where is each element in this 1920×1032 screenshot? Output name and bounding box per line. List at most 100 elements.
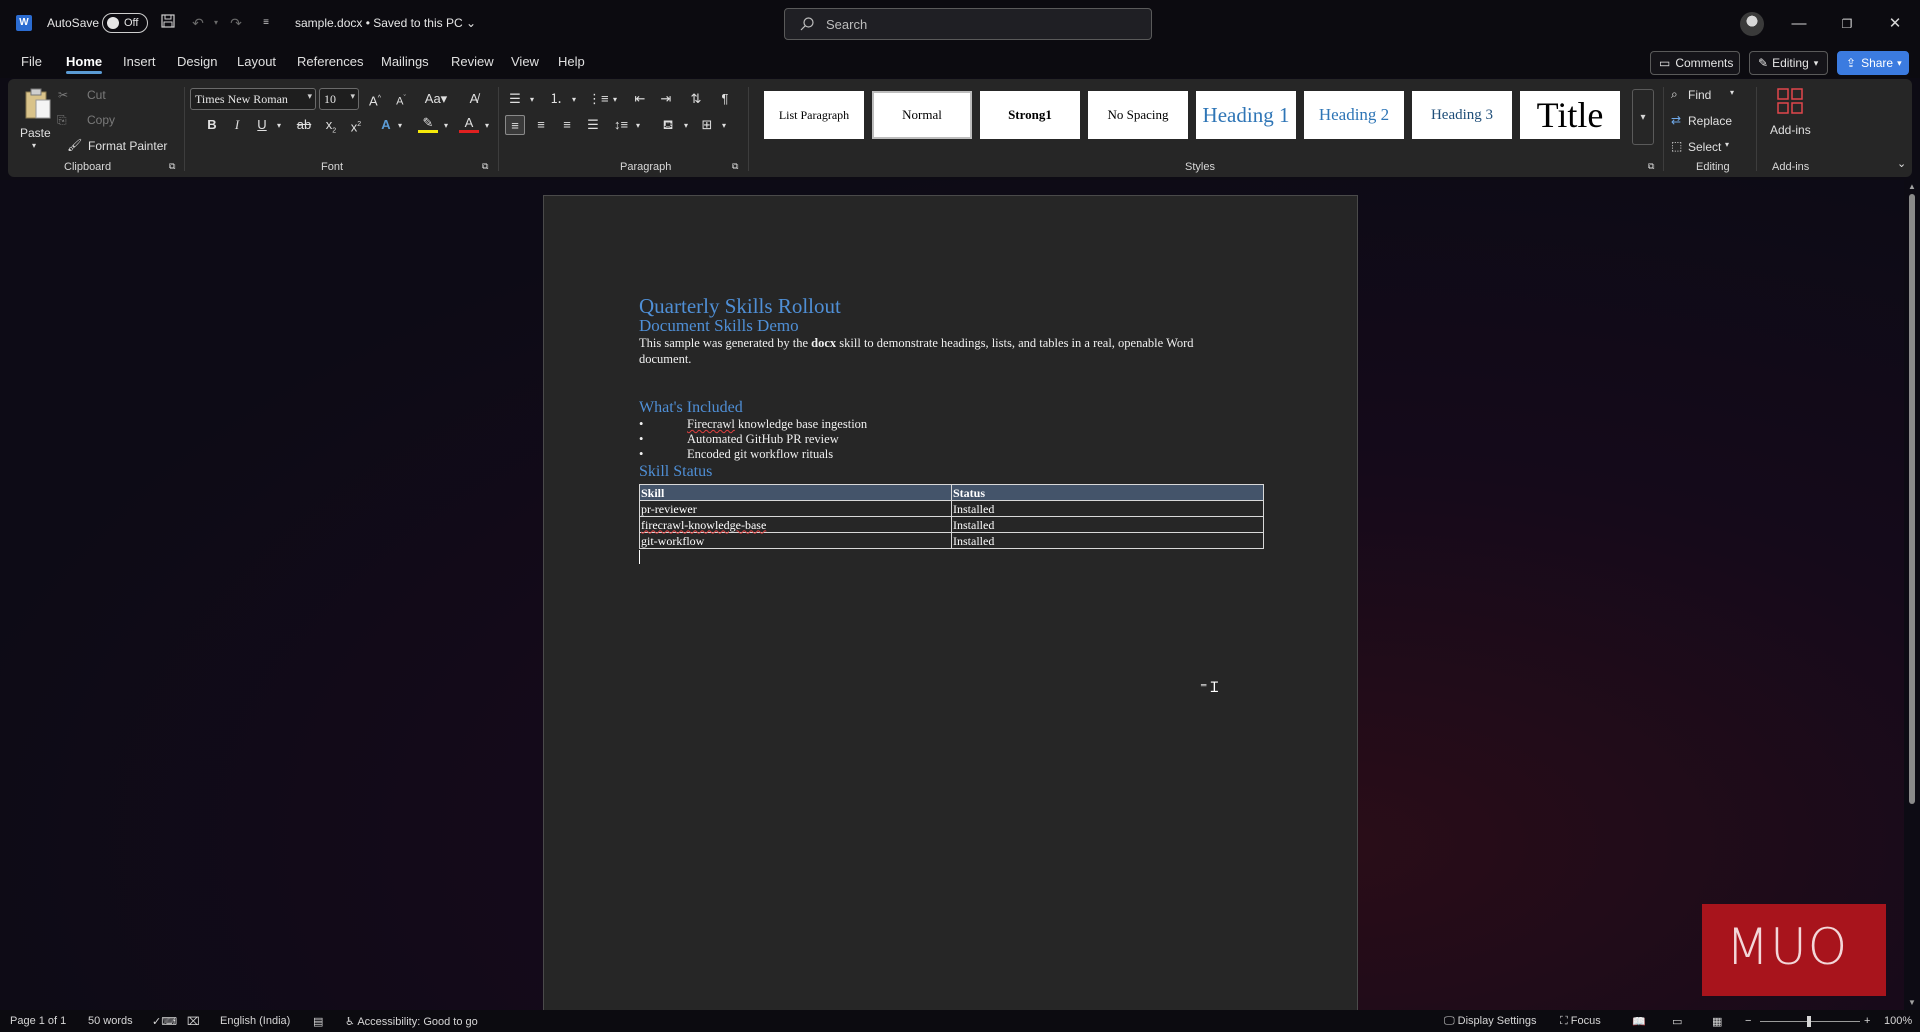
word-count[interactable]: 50 words — [88, 1015, 133, 1027]
tab-layout[interactable]: Layout — [237, 54, 276, 69]
scrollbar-thumb[interactable] — [1909, 194, 1915, 804]
proofing-icon[interactable]: ✓⌨ — [152, 1015, 177, 1028]
style-normal[interactable]: Normal — [870, 89, 974, 141]
tab-mailings[interactable]: Mailings — [381, 54, 429, 69]
track-changes-icon[interactable]: ▤ — [313, 1015, 323, 1028]
format-painter-icon[interactable]: 🖌 — [67, 138, 82, 152]
zoom-out-icon[interactable]: − — [1745, 1015, 1751, 1027]
bold-icon[interactable]: B — [202, 115, 222, 135]
read-mode-icon[interactable]: 📖 — [1632, 1015, 1646, 1028]
find-dropdown-icon[interactable]: ▾ — [1730, 88, 1734, 97]
borders-dropdown-icon[interactable]: ▾ — [714, 116, 734, 136]
tab-references[interactable]: References — [297, 54, 363, 69]
zoom-in-icon[interactable]: + — [1864, 1015, 1870, 1027]
numbering-icon[interactable]: ⒈ — [546, 89, 566, 109]
copy-button[interactable]: Copy — [87, 113, 115, 127]
highlight-icon[interactable]: ✎ — [418, 115, 438, 133]
collapse-ribbon-icon[interactable]: ⌄ — [1897, 157, 1906, 170]
text-predictions-icon[interactable]: ⌧ — [187, 1015, 200, 1028]
editing-mode-button[interactable]: ✎ Editing ▾ — [1749, 51, 1828, 75]
style-heading-3[interactable]: Heading 3 — [1410, 89, 1514, 141]
style-strong1[interactable]: Strong1 — [978, 89, 1082, 141]
text-effects-dropdown-icon[interactable]: ▾ — [390, 116, 410, 136]
focus-button[interactable]: ⛶ Focus — [1560, 1015, 1601, 1028]
save-icon[interactable] — [158, 13, 178, 33]
close-icon[interactable]: ✕ — [1872, 0, 1918, 48]
align-center-icon[interactable]: ≡ — [531, 115, 551, 135]
paste-button[interactable]: Paste ▾ — [20, 85, 56, 150]
font-color-icon[interactable]: A — [459, 115, 479, 133]
find-icon[interactable]: ⌕ — [1671, 87, 1678, 102]
shrink-font-icon[interactable]: Aˇ — [391, 89, 411, 109]
share-button[interactable]: ⇪ Share ▾ — [1837, 51, 1909, 75]
replace-button[interactable]: Replace — [1688, 114, 1732, 128]
display-settings-button[interactable]: 🖵 Display Settings — [1444, 1015, 1537, 1028]
tab-review[interactable]: Review — [451, 54, 494, 69]
print-layout-icon[interactable]: ▭ — [1672, 1015, 1682, 1028]
zoom-slider-knob[interactable] — [1807, 1016, 1811, 1027]
strikethrough-icon[interactable]: ab — [294, 115, 314, 135]
font-size-combo[interactable]: 10 ▾ — [319, 88, 359, 110]
shading-icon[interactable]: ⛾ — [658, 115, 678, 135]
grow-font-icon[interactable]: A^ — [365, 89, 385, 109]
superscript-icon[interactable]: x2 — [346, 115, 366, 135]
tab-view[interactable]: View — [511, 54, 539, 69]
web-layout-icon[interactable]: ▦ — [1712, 1015, 1722, 1028]
zoom-level[interactable]: 100% — [1884, 1015, 1912, 1027]
select-button[interactable]: Select — [1688, 140, 1721, 154]
tab-home[interactable]: Home — [66, 54, 103, 74]
bullets-dropdown-icon[interactable]: ▾ — [522, 90, 542, 110]
style-heading-2[interactable]: Heading 2 — [1302, 89, 1406, 141]
document-title[interactable]: sample.docx • Saved to this PC ⌄ — [295, 16, 476, 30]
italic-icon[interactable]: I — [227, 115, 247, 135]
vertical-scrollbar[interactable]: ▲ ▼ — [1904, 180, 1920, 1010]
comments-button[interactable]: ▭ Comments — [1650, 51, 1740, 75]
format-painter-button[interactable]: Format Painter — [88, 139, 167, 153]
select-dropdown-icon[interactable]: ▾ — [1725, 140, 1729, 149]
style-no-spacing[interactable]: No Spacing — [1086, 89, 1190, 141]
numbering-dropdown-icon[interactable]: ▾ — [564, 90, 584, 110]
find-button[interactable]: Find — [1688, 88, 1711, 102]
paragraph-launcher-icon[interactable]: ⧉ — [732, 161, 738, 172]
change-case-icon[interactable]: Aa▾ — [420, 89, 452, 109]
styles-more-icon[interactable]: ▾ — [1632, 89, 1654, 145]
align-right-icon[interactable]: ≡ — [557, 115, 577, 135]
select-icon[interactable]: ⬚ — [1671, 139, 1682, 153]
search-input[interactable]: Search — [784, 8, 1152, 40]
undo-dropdown-icon[interactable]: ▾ — [206, 13, 226, 33]
justify-icon[interactable]: ☰ — [583, 115, 603, 135]
styles-launcher-icon[interactable]: ⧉ — [1648, 161, 1654, 172]
subscript-icon[interactable]: x2 — [321, 115, 341, 135]
increase-indent-icon[interactable]: ⇥ — [656, 89, 676, 109]
copy-icon[interactable]: ⎘ — [57, 113, 67, 128]
style-title[interactable]: Title — [1518, 89, 1622, 141]
scroll-down-icon[interactable]: ▼ — [1908, 998, 1916, 1007]
line-spacing-dropdown-icon[interactable]: ▾ — [628, 116, 648, 136]
user-avatar[interactable] — [1740, 12, 1764, 36]
clipboard-launcher-icon[interactable]: ⧉ — [169, 161, 175, 172]
page-count[interactable]: Page 1 of 1 — [10, 1015, 66, 1027]
undo-icon[interactable]: ↶ — [188, 13, 208, 33]
restore-icon[interactable]: ❐ — [1824, 0, 1870, 48]
style-heading-1[interactable]: Heading 1 — [1194, 89, 1298, 141]
tab-design[interactable]: Design — [177, 54, 217, 69]
tab-file[interactable]: File — [21, 54, 42, 69]
tab-insert[interactable]: Insert — [123, 54, 156, 69]
sort-icon[interactable]: ⇅ — [686, 89, 706, 109]
replace-icon[interactable]: ⇄ — [1671, 113, 1681, 127]
cut-button[interactable]: Cut — [87, 88, 106, 102]
addins-button[interactable]: Add-ins — [1760, 85, 1820, 151]
autosave-toggle[interactable]: Off — [102, 13, 148, 33]
redo-icon[interactable]: ↷ — [226, 13, 246, 33]
clear-formatting-icon[interactable]: A̸ — [464, 89, 484, 109]
decrease-indent-icon[interactable]: ⇤ — [630, 89, 650, 109]
paste-dropdown-icon[interactable]: ▾ — [32, 141, 36, 150]
document-page[interactable]: Quarterly Skills Rollout Document Skills… — [543, 195, 1358, 1015]
language-indicator[interactable]: English (India) — [220, 1015, 290, 1027]
multilevel-dropdown-icon[interactable]: ▾ — [605, 90, 625, 110]
cut-icon[interactable]: ✂ — [58, 88, 68, 102]
spelling-error-word[interactable]: Firecrawl — [687, 417, 735, 431]
minimize-icon[interactable]: — — [1776, 0, 1822, 48]
font-launcher-icon[interactable]: ⧉ — [482, 161, 488, 172]
shading-dropdown-icon[interactable]: ▾ — [676, 116, 696, 136]
